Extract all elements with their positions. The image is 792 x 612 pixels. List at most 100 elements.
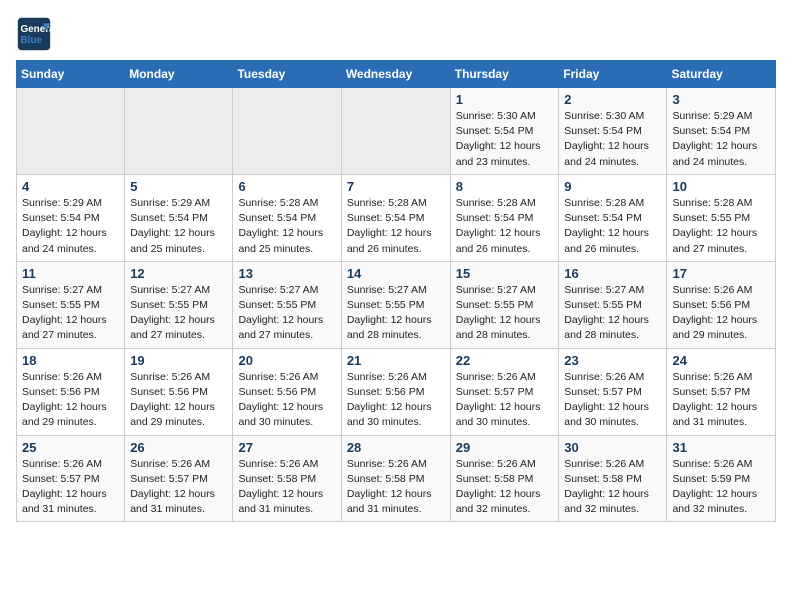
day-detail: Sunrise: 5:26 AM Sunset: 5:57 PM Dayligh… <box>564 370 661 431</box>
calendar-cell: 4Sunrise: 5:29 AM Sunset: 5:54 PM Daylig… <box>17 174 125 261</box>
day-number: 3 <box>672 92 770 107</box>
day-number: 19 <box>130 353 227 368</box>
day-number: 6 <box>238 179 335 194</box>
calendar-cell: 2 Sunrise: 5:30 AM Sunset: 5:54 PM Daylig… <box>559 88 667 175</box>
weekday-header: Sunday <box>17 61 125 88</box>
day-detail: Sunrise: 5:26 AM Sunset: 5:59 PM Dayligh… <box>672 457 770 518</box>
calendar-cell: 23 Sunrise: 5:26 AM Sunset: 5:57 PM Dayli… <box>559 348 667 435</box>
logo: General Blue <box>16 16 52 52</box>
day-detail: Sunrise: 5:27 AM Sunset: 5:55 PM Dayligh… <box>564 283 661 344</box>
calendar-week-row: 1 Sunrise: 5:30 AM Sunset: 5:54 PM Daylig… <box>17 88 776 175</box>
calendar-week-row: 25 Sunrise: 5:26 AM Sunset: 5:57 PM Dayli… <box>17 435 776 522</box>
day-number: 15 <box>456 266 554 281</box>
day-number: 12 <box>130 266 227 281</box>
calendar-cell: 15 Sunrise: 5:27 AM Sunset: 5:55 PM Dayli… <box>450 261 559 348</box>
day-number: 17 <box>672 266 770 281</box>
calendar-cell: 25 Sunrise: 5:26 AM Sunset: 5:57 PM Dayli… <box>17 435 125 522</box>
logo-icon: General Blue <box>16 16 52 52</box>
day-detail: Sunrise: 5:28 AM Sunset: 5:54 PM Dayligh… <box>238 196 335 257</box>
calendar-cell: 3 Sunrise: 5:29 AM Sunset: 5:54 PM Daylig… <box>667 88 776 175</box>
day-number: 24 <box>672 353 770 368</box>
calendar-cell: 31 Sunrise: 5:26 AM Sunset: 5:59 PM Dayli… <box>667 435 776 522</box>
calendar-week-row: 11 Sunrise: 5:27 AM Sunset: 5:55 PM Dayli… <box>17 261 776 348</box>
day-number: 23 <box>564 353 661 368</box>
calendar-cell: 29 Sunrise: 5:26 AM Sunset: 5:58 PM Dayli… <box>450 435 559 522</box>
day-detail: Sunrise: 5:27 AM Sunset: 5:55 PM Dayligh… <box>130 283 227 344</box>
day-number: 27 <box>238 440 335 455</box>
weekday-header: Saturday <box>667 61 776 88</box>
calendar-cell: 27 Sunrise: 5:26 AM Sunset: 5:58 PM Dayli… <box>233 435 341 522</box>
day-detail: Sunrise: 5:30 AM Sunset: 5:54 PM Dayligh… <box>456 109 554 170</box>
day-detail: Sunrise: 5:26 AM Sunset: 5:57 PM Dayligh… <box>672 370 770 431</box>
day-number: 30 <box>564 440 661 455</box>
day-number: 13 <box>238 266 335 281</box>
day-number: 20 <box>238 353 335 368</box>
day-number: 8 <box>456 179 554 194</box>
day-detail: Sunrise: 5:26 AM Sunset: 5:58 PM Dayligh… <box>456 457 554 518</box>
day-number: 26 <box>130 440 227 455</box>
day-number: 10 <box>672 179 770 194</box>
weekday-header: Monday <box>125 61 233 88</box>
day-detail: Sunrise: 5:29 AM Sunset: 5:54 PM Dayligh… <box>672 109 770 170</box>
day-detail: Sunrise: 5:26 AM Sunset: 5:56 PM Dayligh… <box>347 370 445 431</box>
day-number: 1 <box>456 92 554 107</box>
day-detail: Sunrise: 5:28 AM Sunset: 5:54 PM Dayligh… <box>564 196 661 257</box>
day-detail: Sunrise: 5:26 AM Sunset: 5:57 PM Dayligh… <box>130 457 227 518</box>
day-detail: Sunrise: 5:26 AM Sunset: 5:57 PM Dayligh… <box>456 370 554 431</box>
calendar-week-row: 4Sunrise: 5:29 AM Sunset: 5:54 PM Daylig… <box>17 174 776 261</box>
calendar-cell: 9 Sunrise: 5:28 AM Sunset: 5:54 PM Daylig… <box>559 174 667 261</box>
day-detail: Sunrise: 5:30 AM Sunset: 5:54 PM Dayligh… <box>564 109 661 170</box>
day-number: 11 <box>22 266 119 281</box>
day-detail: Sunrise: 5:28 AM Sunset: 5:55 PM Dayligh… <box>672 196 770 257</box>
day-number: 2 <box>564 92 661 107</box>
calendar-cell: 8 Sunrise: 5:28 AM Sunset: 5:54 PM Daylig… <box>450 174 559 261</box>
svg-text:Blue: Blue <box>21 35 43 46</box>
calendar-cell: 1 Sunrise: 5:30 AM Sunset: 5:54 PM Daylig… <box>450 88 559 175</box>
day-detail: Sunrise: 5:27 AM Sunset: 5:55 PM Dayligh… <box>456 283 554 344</box>
calendar-cell: 14Sunrise: 5:27 AM Sunset: 5:55 PM Dayli… <box>341 261 450 348</box>
weekday-header: Thursday <box>450 61 559 88</box>
calendar-cell <box>125 88 233 175</box>
calendar-cell: 6 Sunrise: 5:28 AM Sunset: 5:54 PM Daylig… <box>233 174 341 261</box>
day-number: 31 <box>672 440 770 455</box>
calendar-cell: 16 Sunrise: 5:27 AM Sunset: 5:55 PM Dayli… <box>559 261 667 348</box>
day-detail: Sunrise: 5:26 AM Sunset: 5:57 PM Dayligh… <box>22 457 119 518</box>
day-detail: Sunrise: 5:26 AM Sunset: 5:56 PM Dayligh… <box>130 370 227 431</box>
day-detail: Sunrise: 5:29 AM Sunset: 5:54 PM Dayligh… <box>130 196 227 257</box>
day-detail: Sunrise: 5:27 AM Sunset: 5:55 PM Dayligh… <box>22 283 119 344</box>
day-number: 22 <box>456 353 554 368</box>
calendar-table: SundayMondayTuesdayWednesdayThursdayFrid… <box>16 60 776 522</box>
day-number: 21 <box>347 353 445 368</box>
calendar-cell: 5 Sunrise: 5:29 AM Sunset: 5:54 PM Daylig… <box>125 174 233 261</box>
calendar-cell <box>17 88 125 175</box>
calendar-cell: 26 Sunrise: 5:26 AM Sunset: 5:57 PM Dayli… <box>125 435 233 522</box>
day-detail: Sunrise: 5:27 AM Sunset: 5:55 PM Dayligh… <box>238 283 335 344</box>
day-detail: Sunrise: 5:26 AM Sunset: 5:56 PM Dayligh… <box>22 370 119 431</box>
page-header: General Blue <box>16 16 776 52</box>
day-detail: Sunrise: 5:26 AM Sunset: 5:56 PM Dayligh… <box>238 370 335 431</box>
day-number: 5 <box>130 179 227 194</box>
calendar-cell <box>233 88 341 175</box>
calendar-cell: 21 Sunrise: 5:26 AM Sunset: 5:56 PM Dayli… <box>341 348 450 435</box>
day-number: 28 <box>347 440 445 455</box>
day-detail: Sunrise: 5:26 AM Sunset: 5:58 PM Dayligh… <box>238 457 335 518</box>
calendar-cell: 17Sunrise: 5:26 AM Sunset: 5:56 PM Dayli… <box>667 261 776 348</box>
calendar-cell <box>341 88 450 175</box>
day-number: 25 <box>22 440 119 455</box>
day-number: 9 <box>564 179 661 194</box>
day-detail: Sunrise: 5:28 AM Sunset: 5:54 PM Dayligh… <box>347 196 445 257</box>
day-number: 29 <box>456 440 554 455</box>
day-detail: Sunrise: 5:29 AM Sunset: 5:54 PM Dayligh… <box>22 196 119 257</box>
day-number: 16 <box>564 266 661 281</box>
day-detail: Sunrise: 5:26 AM Sunset: 5:58 PM Dayligh… <box>347 457 445 518</box>
calendar-week-row: 18Sunrise: 5:26 AM Sunset: 5:56 PM Dayli… <box>17 348 776 435</box>
calendar-cell: 20 Sunrise: 5:26 AM Sunset: 5:56 PM Dayli… <box>233 348 341 435</box>
weekday-header: Tuesday <box>233 61 341 88</box>
calendar-header: SundayMondayTuesdayWednesdayThursdayFrid… <box>17 61 776 88</box>
calendar-cell: 7Sunrise: 5:28 AM Sunset: 5:54 PM Daylig… <box>341 174 450 261</box>
calendar-cell: 12 Sunrise: 5:27 AM Sunset: 5:55 PM Dayli… <box>125 261 233 348</box>
calendar-cell: 13 Sunrise: 5:27 AM Sunset: 5:55 PM Dayli… <box>233 261 341 348</box>
day-detail: Sunrise: 5:26 AM Sunset: 5:58 PM Dayligh… <box>564 457 661 518</box>
calendar-cell: 28 Sunrise: 5:26 AM Sunset: 5:58 PM Dayli… <box>341 435 450 522</box>
day-detail: Sunrise: 5:28 AM Sunset: 5:54 PM Dayligh… <box>456 196 554 257</box>
